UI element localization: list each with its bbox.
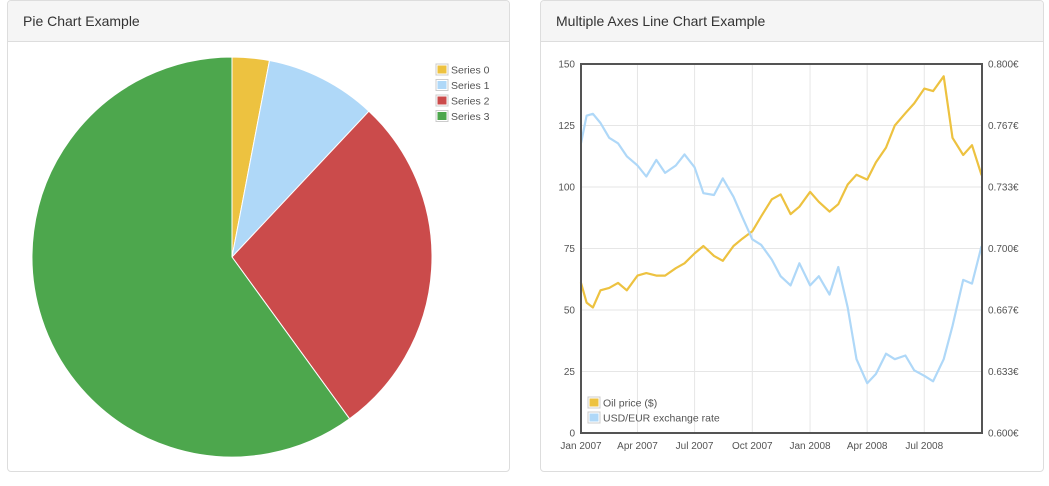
y-left-tick-5: 125 xyxy=(558,121,575,132)
x-tick-2: Jul 2007 xyxy=(676,441,714,452)
pie-legend-label-3: Series 3 xyxy=(451,111,490,123)
x-tick-1: Apr 2007 xyxy=(617,441,658,452)
x-tick-5: Apr 2008 xyxy=(847,441,888,452)
y-left-tick-0: 0 xyxy=(569,429,575,440)
line-legend: Oil price ($) USD/EUR exchange rate xyxy=(587,396,720,425)
pie-legend: Series 0 Series 1 Series 2 Series 3 xyxy=(435,63,490,123)
line-chart-panel: Multiple Axes Line Chart Example 0 25 50 75… xyxy=(540,0,1044,472)
pie-legend-label-0: Series 0 xyxy=(451,65,490,77)
line-legend-label-0: Oil price ($) xyxy=(603,398,657,410)
x-tick-3: Oct 2007 xyxy=(732,441,773,452)
y-right-tick-6: 0.800€ xyxy=(988,60,1019,71)
pie-chart-panel: Pie Chart Example Series 0 Series 1 Series… xyxy=(7,0,510,472)
y-right-tick-4: 0.733€ xyxy=(988,183,1019,194)
line-grid xyxy=(580,63,982,434)
line-chart: 0 25 50 75 100 125 150 0.600€ 0.633€ 0.667€ 0.700€… xyxy=(558,60,1019,453)
y-right-tick-1: 0.633€ xyxy=(988,367,1019,378)
line-legend-swatch-0 xyxy=(589,398,599,407)
pie-chart-panel-heading: Pie Chart Example xyxy=(8,1,509,42)
y-right-tick-0: 0.600€ xyxy=(988,429,1019,440)
x-tick-6: Jul 2008 xyxy=(905,441,943,452)
pie-slices xyxy=(31,56,433,458)
y-left-tick-3: 75 xyxy=(564,244,576,255)
pie-legend-label-1: Series 1 xyxy=(451,80,490,92)
pie-chart: Series 0 Series 1 Series 2 Series 3 xyxy=(31,56,490,458)
y-right-tick-2: 0.667€ xyxy=(988,306,1019,317)
y-left-tick-4: 100 xyxy=(558,183,575,194)
x-tick-4: Jan 2008 xyxy=(789,441,831,452)
pie-chart-title: Pie Chart Example xyxy=(23,13,140,29)
line-chart-title: Multiple Axes Line Chart Example xyxy=(556,13,766,29)
pie-legend-swatch-2 xyxy=(437,96,447,105)
pie-legend-swatch-1 xyxy=(437,81,447,89)
line-legend-swatch-1 xyxy=(589,413,599,422)
line-chart-panel-heading: Multiple Axes Line Chart Example xyxy=(541,1,1043,42)
series-line-0 xyxy=(579,75,983,309)
line-series xyxy=(579,75,983,385)
pie-legend-label-2: Series 2 xyxy=(451,96,490,108)
y-right-tick-5: 0.767€ xyxy=(988,121,1019,132)
y-right-tick-3: 0.700€ xyxy=(988,244,1019,255)
y-left-tick-6: 150 xyxy=(558,60,575,71)
line-legend-label-1: USD/EUR exchange rate xyxy=(603,413,720,425)
pie-legend-swatch-3 xyxy=(437,112,447,120)
x-tick-0: Jan 2007 xyxy=(560,441,602,452)
y-left-tick-1: 25 xyxy=(564,367,576,378)
y-left-tick-2: 50 xyxy=(564,306,576,317)
pie-legend-swatch-0 xyxy=(437,65,447,74)
